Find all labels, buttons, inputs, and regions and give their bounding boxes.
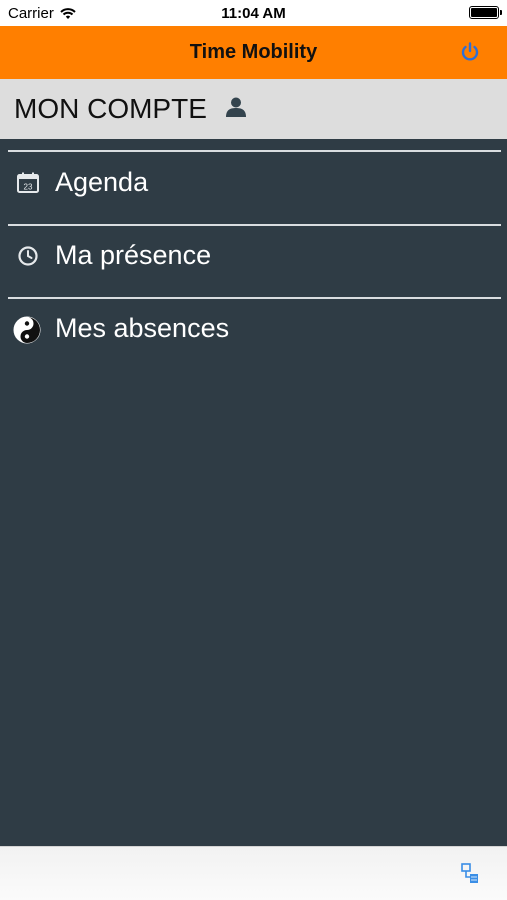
yin-yang-icon <box>13 316 41 344</box>
calendar-icon: 23 <box>17 172 39 193</box>
menu-item-absences-label: Mes absences <box>55 313 230 343</box>
menu-item-agenda[interactable]: 23 Agenda <box>0 152 507 222</box>
nav-title: Time Mobility <box>189 41 318 63</box>
clock-icon <box>18 246 38 266</box>
account-header: MON COMPTE <box>0 79 507 139</box>
network-button[interactable] <box>459 862 481 886</box>
network-icon <box>461 863 478 883</box>
battery-icon <box>469 6 502 19</box>
power-icon <box>461 42 479 61</box>
account-title: MON COMPTE <box>14 93 207 124</box>
status-bar: Carrier 11:04 AM <box>0 0 507 26</box>
menu-item-absences[interactable]: Mes absences <box>0 299 507 369</box>
status-right <box>469 6 502 19</box>
svg-text:23: 23 <box>24 183 33 192</box>
user-icon <box>226 97 246 117</box>
status-time: 11:04 AM <box>221 5 286 22</box>
menu-item-agenda-label: Agenda <box>55 167 149 197</box>
battery-level <box>471 8 497 17</box>
menu-item-presence-label: Ma présence <box>55 240 212 270</box>
bottom-toolbar <box>0 846 507 900</box>
nav-bar: Time Mobility <box>0 26 507 79</box>
power-button[interactable] <box>459 41 481 63</box>
menu-item-presence[interactable]: Ma présence <box>0 226 507 296</box>
